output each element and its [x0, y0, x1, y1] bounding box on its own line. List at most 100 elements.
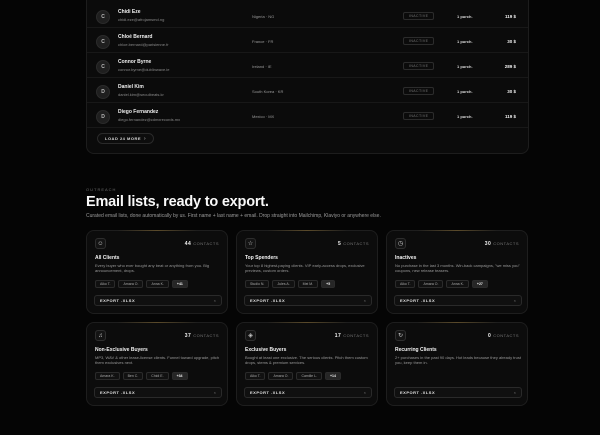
contact-chip: Jules A. — [272, 280, 295, 288]
card-description: MP3, WAV & other lease-license clients. … — [95, 355, 220, 366]
load-more-label: LOAD 24 MORE — [105, 136, 142, 141]
music-note-icon: ♫ — [95, 330, 106, 341]
card-glow — [117, 322, 197, 323]
chevron-right-icon: › — [144, 135, 147, 142]
contact-count: 5 CONTACTS — [338, 241, 369, 247]
email-list-card: ◷ 30 CONTACTS Inactives No purchase in th… — [386, 230, 528, 314]
avatar: D — [96, 85, 110, 99]
load-more-button[interactable]: LOAD 24 MORE › — [97, 133, 155, 144]
refresh-icon: ↻ — [395, 330, 406, 341]
export-xlsx-button[interactable]: EXPORT .XLSX × — [244, 295, 372, 306]
contact-chip: Ben C. — [122, 372, 144, 380]
contact-chip: Amara K. — [95, 372, 120, 380]
clock-icon: ◷ — [395, 238, 406, 249]
section-subtitle: Curated email lists, done automatically … — [86, 213, 381, 219]
client-amount: 30 $ — [507, 89, 516, 94]
more-contacts-chip: +41 — [171, 280, 188, 288]
contact-chip: Amara O. — [418, 280, 444, 288]
client-name: Chloé Bernard — [118, 34, 153, 40]
close-icon: × — [213, 390, 216, 395]
contact-chip: Anna K. — [146, 280, 169, 288]
status-badge: INACTIVE — [403, 87, 435, 95]
email-list-card: ☺ 44 CONTACTS All Clients Every buyer who… — [86, 230, 228, 314]
status-badge: INACTIVE — [403, 12, 435, 20]
more-contacts-chip: +14 — [325, 372, 341, 380]
purchase-count: 1 purch. — [457, 14, 473, 19]
page: C Chidi Eze chidi.eze@afrojamsmd.ng Nige… — [0, 0, 600, 435]
client-country: Mexico · MX — [252, 114, 275, 119]
email-list-card: ☆ 5 CONTACTS Top Spenders Your top 8 high… — [236, 230, 378, 314]
client-country: France · FR — [252, 39, 274, 44]
card-description: Your top 8 highest-paying clients. VIP e… — [245, 263, 365, 274]
avatar: C — [96, 10, 110, 24]
contact-chips: Amara K. Ben C. Chidi E. +34 — [95, 372, 188, 380]
export-label: EXPORT .XLSX — [100, 298, 136, 303]
contact-chip: Mei M. — [297, 280, 319, 288]
contact-chips: Aiko T. Amara O. Camille L. +14 — [245, 372, 341, 380]
table-row[interactable]: C Chloé Bernard chloe.bernard@parisienne… — [87, 29, 528, 53]
purchase-count: 1 purch. — [457, 64, 473, 69]
card-glow — [417, 230, 497, 231]
client-name: Daniel Kim — [118, 84, 144, 90]
contact-chip: Anna K. — [446, 280, 469, 288]
status-badge: INACTIVE — [403, 62, 435, 70]
card-title: Exclusive Buyers — [245, 347, 287, 353]
close-icon: × — [513, 390, 516, 395]
card-title: Non-Exclusive Buyers — [95, 347, 148, 353]
client-email: diego.fernandez@cdmxrecords.mx — [118, 117, 181, 122]
avatar: D — [96, 110, 110, 124]
contact-chip: Studio N. — [245, 280, 270, 288]
status-badge: INACTIVE — [403, 37, 435, 45]
contact-chips: Aiko T. Amara O. Anna K. +41 — [95, 280, 188, 288]
table-row[interactable]: C Chidi Eze chidi.eze@afrojamsmd.ng Nige… — [87, 4, 528, 28]
card-description: Bought at least one exclusive. The serio… — [245, 355, 368, 366]
client-country: Nigeria · NG — [252, 14, 275, 19]
contact-chip: Aiko T. — [245, 372, 266, 380]
section-eyebrow: OUTREACH — [86, 187, 117, 192]
card-glow — [267, 230, 347, 231]
card-glow — [417, 322, 497, 323]
client-email: chloe.bernard@parisienne.fr — [118, 42, 169, 47]
purchase-count: 1 purch. — [457, 114, 473, 119]
client-country: Ireland · IE — [252, 64, 272, 69]
close-icon: × — [363, 390, 366, 395]
client-amount: 30 $ — [507, 39, 516, 44]
card-description: Every buyer who ever bought any beat or … — [95, 263, 210, 274]
export-xlsx-button[interactable]: EXPORT .XLSX × — [94, 387, 222, 398]
card-title: Recurring Clients — [395, 347, 437, 353]
export-label: EXPORT .XLSX — [250, 298, 286, 303]
client-name: Chidi Eze — [118, 9, 141, 15]
purchase-count: 1 purch. — [457, 39, 473, 44]
client-amount: 289 $ — [504, 64, 516, 69]
contact-count: 30 CONTACTS — [484, 241, 519, 247]
client-amount: 119 $ — [504, 14, 516, 19]
table-row[interactable]: D Diego Fernandez diego.fernandez@cdmxre… — [87, 104, 528, 128]
export-xlsx-button[interactable]: EXPORT .XLSX × — [94, 295, 222, 306]
contact-chip: Amara O. — [118, 280, 144, 288]
email-list-card: ↻ 0 CONTACTS Recurring Clients 2+ purchas… — [386, 322, 528, 406]
export-label: EXPORT .XLSX — [250, 390, 286, 395]
clients-table: C Chidi Eze chidi.eze@afrojamsmd.ng Nige… — [86, 0, 529, 154]
card-title: Inactives — [395, 255, 417, 261]
avatar: C — [96, 60, 110, 74]
export-xlsx-button[interactable]: EXPORT .XLSX × — [244, 387, 372, 398]
export-xlsx-button[interactable]: EXPORT .XLSX × — [394, 295, 522, 306]
contact-chips: Studio N. Jules A. Mei M. +5 — [245, 280, 336, 288]
contact-chip: Aiko T. — [395, 280, 416, 288]
client-name: Connor Byrne — [118, 59, 152, 65]
table-row[interactable]: C Connor Byrne connor.byrne@dublinwave.i… — [87, 54, 528, 78]
contact-chip: Amara O. — [268, 372, 294, 380]
more-contacts-chip: +5 — [321, 280, 336, 288]
card-description: No purchase in the last 3 months. Win-ba… — [395, 263, 520, 274]
contact-count: 44 CONTACTS — [184, 241, 219, 247]
section-title: Email lists, ready to export. — [86, 194, 269, 210]
contact-chips: Aiko T. Amara O. Anna K. +27 — [395, 280, 488, 288]
client-name: Diego Fernandez — [118, 109, 159, 115]
export-xlsx-button[interactable]: EXPORT .XLSX × — [394, 387, 522, 398]
email-list-card: ♫ 37 CONTACTS Non-Exclusive Buyers MP3, W… — [86, 322, 228, 406]
star-icon: ☆ — [245, 238, 256, 249]
card-title: All Clients — [95, 255, 120, 261]
diamond-icon: ◈ — [245, 330, 256, 341]
avatar: C — [96, 35, 110, 49]
table-row[interactable]: D Daniel Kim daniel.kim@seoulbeats.kr So… — [87, 79, 528, 103]
